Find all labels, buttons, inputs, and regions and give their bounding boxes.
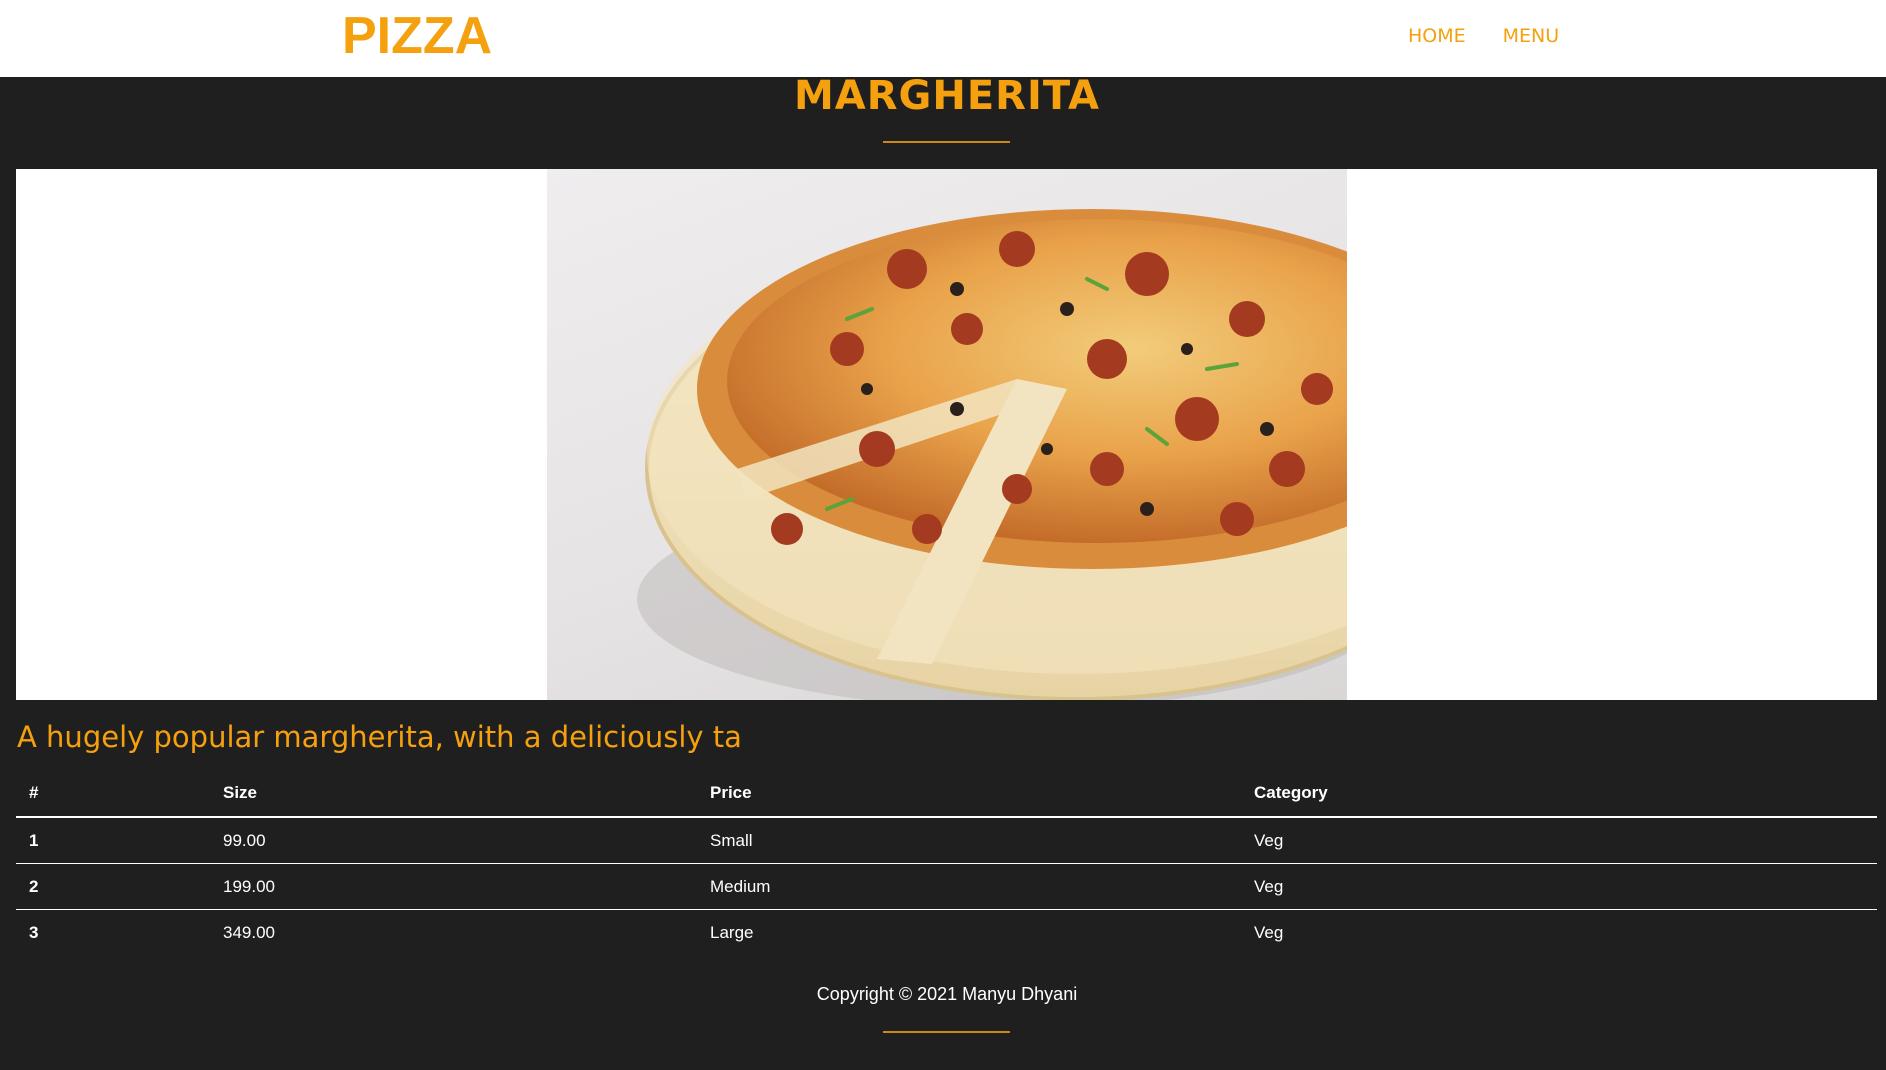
footer-divider — [883, 1031, 1010, 1033]
row-price: Small — [697, 817, 1241, 864]
product-description: A hugely popular margherita, with a deli… — [17, 720, 742, 754]
row-index: 3 — [29, 922, 39, 942]
product-image-frame — [16, 169, 1877, 700]
navbar: PIZZA HOME MENU — [0, 0, 1886, 77]
brand-logo[interactable]: PIZZA — [342, 6, 492, 66]
row-price: Large — [710, 922, 754, 942]
row-index: 2 — [16, 863, 210, 910]
row-size: 349.00 — [223, 922, 275, 942]
row-category: Veg — [1241, 817, 1877, 864]
table-header-row: # Size Price Category — [16, 770, 1877, 818]
pizza-photo — [547, 169, 1347, 700]
column-header-category: Category — [1241, 770, 1877, 818]
row-price: Medium — [697, 863, 1241, 910]
row-category: Veg — [1241, 863, 1877, 910]
column-header-size: Size — [210, 770, 697, 818]
price-table: # Size Price Category 1 99.00 Small Veg … — [16, 770, 1877, 955]
footer-copyright: Copyright © 2021 Manyu Dhyani — [816, 984, 1078, 1004]
pizza-illustration — [637, 209, 1347, 700]
nav-links: HOME MENU — [1408, 24, 1559, 48]
table-row: 3 349.00 Large Veg — [16, 910, 1877, 956]
row-index: 1 — [16, 817, 210, 864]
row-category: Veg — [1254, 922, 1284, 942]
table-row: 2 199.00 Medium Veg — [16, 863, 1877, 910]
page-title: MARGHERITA — [793, 73, 1100, 119]
table-row: 1 99.00 Small Veg — [16, 817, 1877, 864]
row-size: 99.00 — [210, 817, 697, 864]
title-divider — [883, 141, 1010, 143]
nav-link-home[interactable]: HOME — [1408, 24, 1466, 48]
column-header-index: # — [16, 770, 210, 818]
row-size: 199.00 — [210, 863, 697, 910]
nav-link-menu[interactable]: MENU — [1503, 24, 1560, 48]
column-header-price: Price — [697, 770, 1241, 818]
